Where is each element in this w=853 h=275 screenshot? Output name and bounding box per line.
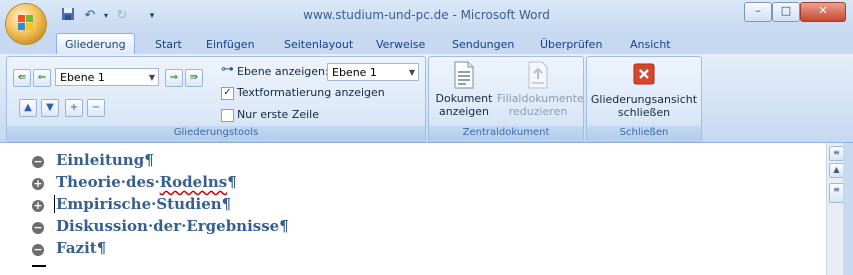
expand-symbol-icon[interactable]: +: [32, 178, 44, 190]
move-down-icon[interactable]: ▼: [41, 99, 59, 117]
show-document-label-1: Dokument: [435, 92, 493, 105]
promote-to-heading1-icon[interactable]: ⇚: [13, 69, 31, 87]
heading-label: Einleitung: [56, 151, 145, 169]
collapse-subdocuments-label-1: Filialdokumente: [497, 92, 584, 105]
pilcrow: ¶: [144, 151, 154, 169]
show-first-line-only-checkbox[interactable]: [221, 109, 234, 122]
window-title: www.studium-und-pc.de - Microsoft Word: [303, 8, 550, 22]
chevron-down-icon: ▼: [148, 73, 155, 82]
heading-label: Diskussion·der·Ergebnisse: [56, 217, 280, 235]
window-frame: [843, 143, 853, 275]
show-document-label-2: anzeigen: [438, 105, 490, 118]
outline-level-value: Ebene 1: [60, 71, 105, 84]
close-button[interactable]: ✕: [800, 2, 846, 22]
group-close: Gliederungsansicht schließen Schließen: [586, 56, 702, 142]
show-first-line-only-label: Nur erste Zeile: [237, 108, 320, 121]
demote-to-body-text-icon[interactable]: ⇛: [185, 69, 203, 87]
pilcrow: ¶: [96, 239, 107, 257]
close-outline-view-label-1: Gliederungsansicht: [590, 93, 698, 106]
heading-text: Diskussion·der·Ergebnisse¶: [56, 217, 289, 235]
collapse-symbol-icon[interactable]: −: [32, 222, 44, 234]
show-level-value: Ebene 1: [332, 66, 377, 79]
title-bar: ↶ ▾ ↻ ▾ www.studium-und-pc.de - Microsof…: [0, 0, 853, 44]
pilcrow: ¶: [227, 173, 237, 191]
heading-label: Fazit: [56, 239, 97, 257]
outline-level-select[interactable]: Ebene 1 ▼: [55, 68, 159, 86]
show-level-select[interactable]: Ebene 1 ▼: [327, 63, 419, 81]
heading-text: Theorie·des·Rodelns¶: [56, 173, 237, 191]
scroll-thumb[interactable]: ≡: [829, 183, 844, 203]
spelling-error[interactable]: Rodelns: [160, 173, 228, 191]
tab-sendungen[interactable]: Sendungen: [444, 36, 522, 54]
close-outline-view-label-2: schließen: [617, 106, 671, 119]
tab-ueberpruefen[interactable]: Überprüfen: [532, 36, 610, 54]
demote-icon[interactable]: ⇒: [165, 69, 183, 87]
group-outline-tools: ⇚ ⇐ Ebene 1 ▼ ⇒ ⇛ ▲ ▼ + − ⊶ Ebene anzeig…: [6, 56, 426, 142]
promote-icon[interactable]: ⇐: [33, 69, 51, 87]
group-master-document: Dokument anzeigen Filialdokumente reduzi…: [428, 56, 584, 142]
end-of-document-marker: [32, 265, 46, 267]
collapse-subdocuments-button[interactable]: Filialdokumente reduzieren: [497, 61, 584, 118]
heading-label: Empirische·Studien: [56, 195, 222, 213]
document-area[interactable]: − Einleitung¶ + Theorie·des·Rodelns¶ + E…: [0, 143, 826, 275]
show-document-icon: [452, 61, 476, 89]
tab-verweise[interactable]: Verweise: [368, 36, 433, 54]
group-label-outline-tools: Gliederungstools: [7, 126, 425, 140]
show-level-label: Ebene anzeigen:: [237, 65, 329, 78]
maximize-button[interactable]: □: [772, 2, 800, 22]
pilcrow: ¶: [279, 217, 289, 235]
heading-label-start: Theorie·des·: [56, 173, 160, 191]
group-label-master-document: Zentraldokument: [429, 126, 583, 140]
show-text-formatting-label: Textformatierung anzeigen: [237, 86, 385, 99]
expand-symbol-icon[interactable]: +: [32, 200, 44, 212]
collapse-symbol-icon[interactable]: −: [32, 244, 44, 256]
heading-text: Empirische·Studien¶: [54, 195, 232, 213]
show-level-icon: ⊶: [221, 62, 234, 77]
pilcrow: ¶: [221, 195, 232, 213]
collapse-subdocuments-label-2: reduzieren: [508, 105, 568, 118]
tab-ansicht[interactable]: Ansicht: [622, 36, 679, 54]
heading-text: Einleitung¶: [56, 151, 154, 169]
close-outline-view-icon: [633, 63, 655, 85]
office-button[interactable]: [6, 4, 46, 44]
tab-seitenlayout[interactable]: Seitenlayout: [276, 36, 361, 54]
minimize-button[interactable]: –: [744, 2, 772, 22]
group-label-close: Schließen: [587, 126, 701, 140]
ribbon: ⇚ ⇐ Ebene 1 ▼ ⇒ ⇛ ▲ ▼ + − ⊶ Ebene anzeig…: [0, 54, 853, 143]
collapse-icon[interactable]: −: [87, 99, 105, 117]
ribbon-tabs: Gliederung Start Einfügen Seitenlayout V…: [0, 32, 853, 82]
chevron-down-icon: ▼: [408, 68, 415, 77]
tab-start[interactable]: Start: [147, 36, 190, 54]
close-outline-view-button[interactable]: Gliederungsansicht schließen: [589, 63, 699, 119]
collapse-symbol-icon[interactable]: −: [32, 156, 44, 168]
heading-text: Fazit¶: [56, 239, 106, 257]
show-document-button[interactable]: Dokument anzeigen: [433, 61, 495, 118]
collapse-subdocuments-icon: [526, 61, 550, 89]
move-up-icon[interactable]: ▲: [19, 99, 37, 117]
scroll-up-icon[interactable]: ▲: [829, 163, 844, 178]
office-logo-icon: [18, 15, 34, 31]
tab-gliederung[interactable]: Gliederung: [56, 33, 135, 55]
show-text-formatting-checkbox[interactable]: ✓: [221, 87, 234, 100]
ruler-toggle-icon[interactable]: ≡: [829, 146, 844, 161]
expand-icon[interactable]: +: [65, 99, 83, 117]
vertical-scrollbar[interactable]: ≡ ▲ ≡: [826, 143, 844, 275]
tab-einfuegen[interactable]: Einfügen: [198, 36, 263, 54]
